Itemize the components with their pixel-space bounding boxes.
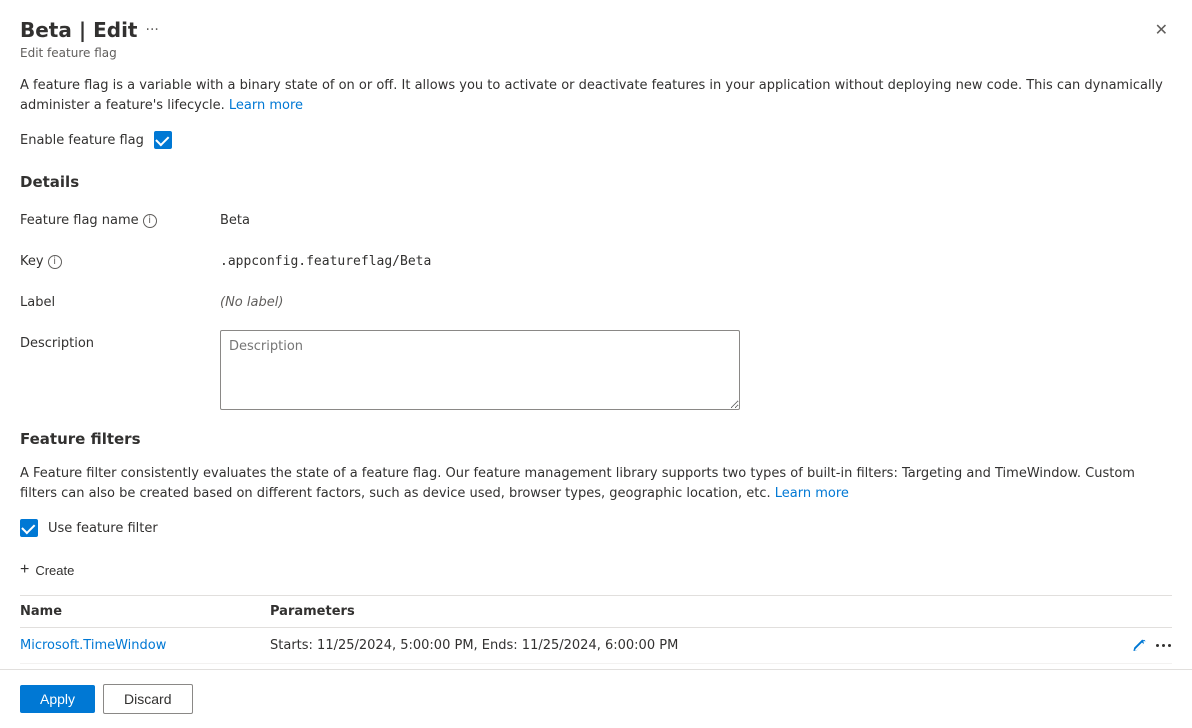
filters-learn-more-link[interactable]: Learn more [775,486,849,501]
description-textarea[interactable] [220,330,740,410]
row-actions [1093,639,1172,653]
filter-name-cell: Microsoft.TimeWindow [20,628,270,664]
feature-flag-name-row: Feature flag name i Beta [20,207,1172,228]
table-row: Microsoft.TimeWindowStarts: 11/25/2024, … [20,628,1172,664]
dot-icon [1168,644,1171,647]
panel-body: A feature flag is a variable with a bina… [0,60,1192,669]
more-actions-button[interactable] [1155,644,1172,647]
close-button[interactable]: ✕ [1151,16,1172,44]
label-value: (No label) [220,289,283,310]
edit-filter-button[interactable] [1133,639,1147,653]
key-label: Key i [20,248,220,269]
key-row: Key i .appconfig.featureflag/Beta [20,248,1172,269]
panel-header: Beta | Edit ··· ✕ Edit feature flag [0,0,1192,60]
apply-button[interactable]: Apply [20,685,95,713]
edit-panel: Beta | Edit ··· ✕ Edit feature flag A fe… [0,0,1192,728]
filters-info-text: A Feature filter consistently evaluates … [20,464,1172,503]
feature-flag-name-value: Beta [220,207,250,228]
key-info-icon[interactable]: i [48,255,62,269]
use-filter-row: Use feature filter [20,519,1172,537]
dot-icon [1162,644,1165,647]
plus-icon: + [20,561,29,579]
intro-text: A feature flag is a variable with a bina… [20,76,1172,115]
label-label: Label [20,289,220,310]
details-section-title: Details [20,173,1172,191]
enable-flag-label: Enable feature flag [20,133,144,148]
panel-footer: Apply Discard [0,669,1192,728]
use-filter-checkbox[interactable] [20,519,38,537]
feature-flag-name-info-icon[interactable]: i [143,214,157,228]
enable-flag-row: Enable feature flag [20,131,1172,149]
ellipsis-menu[interactable]: ··· [146,22,159,38]
intro-learn-more-link[interactable]: Learn more [229,98,303,113]
dot-icon [1156,644,1159,647]
discard-button[interactable]: Discard [103,684,192,714]
create-filter-button[interactable]: + Create [20,557,74,583]
label-row: Label (No label) [20,289,1172,310]
filters-info-content: A Feature filter consistently evaluates … [20,466,1135,501]
description-label: Description [20,330,220,351]
filter-table: Name Parameters Microsoft.TimeWindowStar… [20,596,1172,664]
feature-filters-title: Feature filters [20,430,1172,448]
use-filter-label: Use feature filter [48,521,158,536]
col-actions-header [1093,596,1172,628]
create-filter-label: Create [35,563,74,578]
col-parameters-header: Parameters [270,596,1093,628]
intro-text-content: A feature flag is a variable with a bina… [20,78,1163,113]
filter-actions-cell [1093,628,1172,664]
filter-params-cell: Starts: 11/25/2024, 5:00:00 PM, Ends: 11… [270,628,1093,664]
details-section: Details Feature flag name i Beta Key i .… [20,173,1172,410]
panel-title: Beta | Edit [20,18,138,42]
feature-flag-name-label: Feature flag name i [20,207,220,228]
key-value: .appconfig.featureflag/Beta [220,248,431,269]
col-name-header: Name [20,596,270,628]
panel-title-group: Beta | Edit ··· [20,18,159,42]
panel-subtitle: Edit feature flag [20,46,1172,60]
description-row: Description [20,330,1172,410]
enable-flag-checkbox[interactable] [154,131,172,149]
feature-filters-section: Feature filters A Feature filter consist… [20,430,1172,664]
